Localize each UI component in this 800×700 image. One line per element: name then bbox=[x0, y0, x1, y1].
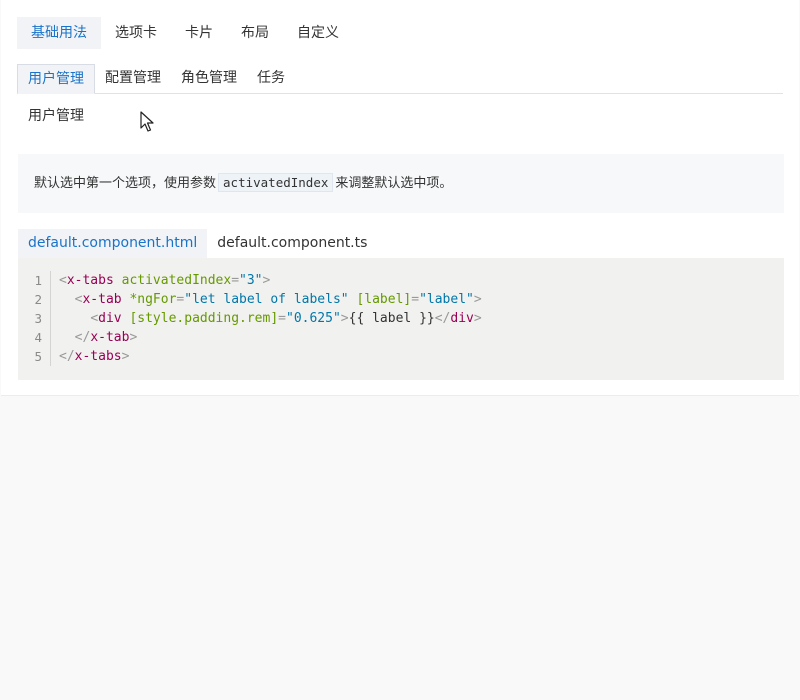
demo-panel: 基础用法 选项卡 卡片 布局 自定义 用户管理 配置管理 角色管理 任务 用户管… bbox=[1, 0, 799, 396]
gutter-divider bbox=[50, 309, 51, 328]
gutter-divider bbox=[50, 271, 51, 290]
code-line: 4 </x-tab> bbox=[18, 328, 784, 347]
code-line: 2 <x-tab *ngFor="let label of labels" [l… bbox=[18, 290, 784, 309]
description-code: activatedIndex bbox=[218, 173, 334, 192]
line-number: 1 bbox=[34, 273, 42, 288]
demo-tab-config-management[interactable]: 配置管理 bbox=[95, 64, 171, 93]
gutter-divider bbox=[50, 347, 51, 366]
description-box: 默认选中第一个选项，使用参数 activatedIndex 来调整默认选中项。 bbox=[18, 154, 784, 213]
section-tab-tabs[interactable]: 选项卡 bbox=[101, 17, 171, 49]
line-number: 3 bbox=[34, 311, 42, 326]
code-file-tabs: default.component.html default.component… bbox=[18, 229, 377, 258]
code-line: 1 <x-tabs activatedIndex="3"> bbox=[18, 271, 784, 290]
section-tab-layout[interactable]: 布局 bbox=[227, 17, 283, 49]
gutter-divider bbox=[50, 290, 51, 309]
description-text-after: 来调整默认选中项。 bbox=[335, 176, 453, 191]
demo-tab-tasks[interactable]: 任务 bbox=[247, 64, 295, 93]
code-source: <div [style.padding.rem]="0.625">{{ labe… bbox=[90, 311, 482, 326]
description-text-before: 默认选中第一个选项，使用参数 bbox=[34, 176, 217, 191]
section-tab-custom[interactable]: 自定义 bbox=[283, 17, 353, 49]
mouse-cursor-icon bbox=[140, 111, 154, 132]
file-tab-ts[interactable]: default.component.ts bbox=[207, 229, 377, 258]
code-source: </x-tabs> bbox=[59, 349, 130, 364]
code-source: </x-tab> bbox=[74, 330, 138, 345]
file-tab-html[interactable]: default.component.html bbox=[18, 229, 208, 258]
section-tab-basic[interactable]: 基础用法 bbox=[17, 17, 101, 49]
line-number: 5 bbox=[34, 349, 42, 364]
demo-tabs: 用户管理 配置管理 角色管理 任务 bbox=[17, 64, 783, 94]
demo-tab-role-management[interactable]: 角色管理 bbox=[171, 64, 247, 93]
code-source: <x-tab *ngFor="let label of labels" [lab… bbox=[74, 292, 482, 307]
demo-tab-user-management[interactable]: 用户管理 bbox=[17, 64, 95, 94]
demo-tab-content: 用户管理 bbox=[28, 108, 84, 124]
code-line: 3 <div [style.padding.rem]="0.625">{{ la… bbox=[18, 309, 784, 328]
section-tabs: 基础用法 选项卡 卡片 布局 自定义 bbox=[17, 17, 353, 49]
code-block: 1 <x-tabs activatedIndex="3"> 2 <x-tab *… bbox=[18, 258, 784, 380]
line-number: 4 bbox=[34, 330, 42, 345]
gutter-divider bbox=[50, 328, 51, 347]
code-line: 5 </x-tabs> bbox=[18, 347, 784, 366]
section-tab-card[interactable]: 卡片 bbox=[171, 17, 227, 49]
line-number: 2 bbox=[34, 292, 42, 307]
code-source: <x-tabs activatedIndex="3"> bbox=[59, 273, 271, 288]
